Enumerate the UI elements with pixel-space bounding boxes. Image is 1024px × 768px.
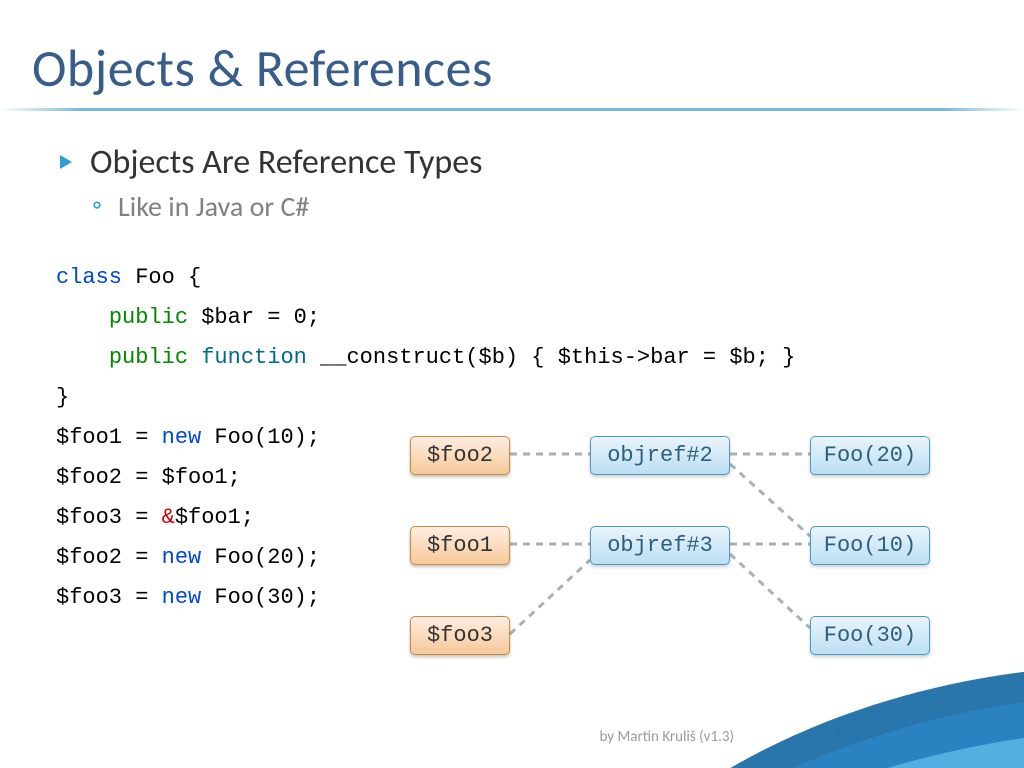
code-text: } — [56, 385, 69, 410]
var-foo1: $foo1 — [410, 526, 510, 565]
slide: Objects & References Objects Are Referen… — [0, 0, 1024, 768]
kw-new: new — [162, 585, 202, 610]
code-text: $foo1 = — [56, 425, 162, 450]
var-foo2: $foo2 — [410, 436, 510, 475]
bullet-main: Objects Are Reference Types — [56, 142, 984, 183]
var-foo3: $foo3 — [410, 616, 510, 655]
code-text: $foo3 = — [56, 585, 162, 610]
diagram: $foo2 $foo1 $foo3 objref#2 objref#3 Foo(… — [400, 430, 1000, 690]
objref-2: objref#2 — [590, 436, 730, 475]
code-text: Foo(10); — [201, 425, 320, 450]
code-text: $foo3 = — [56, 505, 162, 530]
bullet-sub: Like in Java or C# — [56, 189, 984, 224]
code-text: Foo(20); — [201, 545, 320, 570]
obj-foo20: Foo(20) — [810, 436, 930, 475]
objref-3: objref#3 — [590, 526, 730, 565]
amp-ref: & — [162, 505, 175, 530]
kw-function: function — [201, 345, 307, 370]
footer-page: 4 — [970, 728, 978, 746]
obj-foo30: Foo(30) — [810, 616, 930, 655]
code-text: Foo(30); — [201, 585, 320, 610]
kw-class: class — [56, 265, 122, 290]
code-text: Foo { — [122, 265, 201, 290]
code-text: $foo1; — [175, 505, 254, 530]
kw-new: new — [162, 425, 202, 450]
kw-public: public — [109, 305, 188, 330]
footer-date: 8. 3. 2017 — [834, 728, 894, 746]
code-text: $foo2 = — [56, 545, 162, 570]
obj-foo10: Foo(10) — [810, 526, 930, 565]
kw-new: new — [162, 545, 202, 570]
kw-public: public — [109, 345, 188, 370]
footer-author: by Martin Kruliš (v1.3) — [599, 728, 734, 746]
code-text: $bar = 0; — [188, 305, 320, 330]
title-underline — [0, 108, 1024, 111]
content-area: Objects Are Reference Types Like in Java… — [56, 142, 984, 224]
slide-title: Objects & References — [32, 36, 493, 100]
code-text: $foo2 = $foo1; — [56, 465, 241, 490]
code-text: __construct($b) { $this->bar = $b; } — [307, 345, 795, 370]
